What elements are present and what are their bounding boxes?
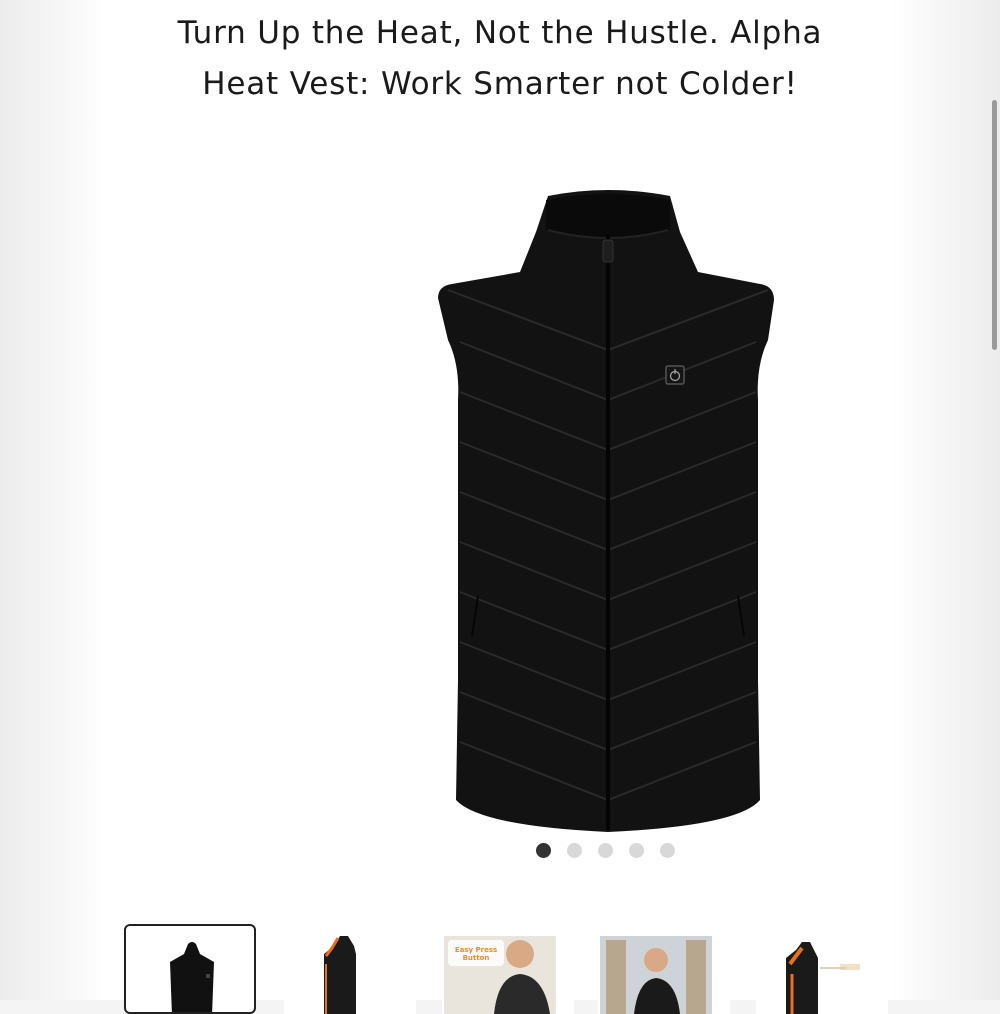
vest-front-icon — [170, 942, 214, 1012]
carousel-dot[interactable] — [660, 842, 675, 858]
person-vest-icon — [600, 936, 712, 1014]
carousel-dot[interactable] — [598, 842, 613, 858]
product-title-line-1: Turn Up the Heat, Not the Hustle. Alpha — [177, 15, 823, 51]
carousel-dot[interactable] — [536, 842, 551, 858]
thumbnail-3[interactable]: Easy Press Button — [442, 924, 574, 1014]
thumbnail-2[interactable] — [284, 924, 416, 1014]
person-vest-icon — [444, 936, 556, 1014]
thumbnail-badge: Easy Press Button — [454, 946, 498, 962]
power-button-icon — [665, 365, 685, 385]
vest-heated-icon — [324, 936, 356, 1014]
carousel-pagination — [536, 842, 675, 858]
vest-collar — [546, 194, 670, 237]
thumbnail-1[interactable] — [124, 924, 256, 1014]
scrollbar[interactable] — [992, 100, 997, 350]
product-title-line-2: Heat Vest: Work Smarter not Colder! — [202, 66, 798, 102]
background-right — [892, 0, 1000, 1000]
carousel-dot[interactable] — [629, 842, 644, 858]
main-product-image[interactable] — [408, 160, 808, 850]
thumbnail-5[interactable] — [756, 924, 888, 1014]
product-title: Turn Up the Heat, Not the Hustle. Alpha … — [108, 8, 892, 110]
background-left — [0, 0, 108, 1000]
vest-heated-icon — [786, 942, 860, 1014]
product-page: Turn Up the Heat, Not the Hustle. Alpha … — [108, 0, 997, 1000]
thumbnail-4[interactable] — [598, 924, 730, 1014]
carousel-dot[interactable] — [567, 842, 582, 858]
thumbnail-strip: Easy Press Button — [124, 924, 888, 1014]
